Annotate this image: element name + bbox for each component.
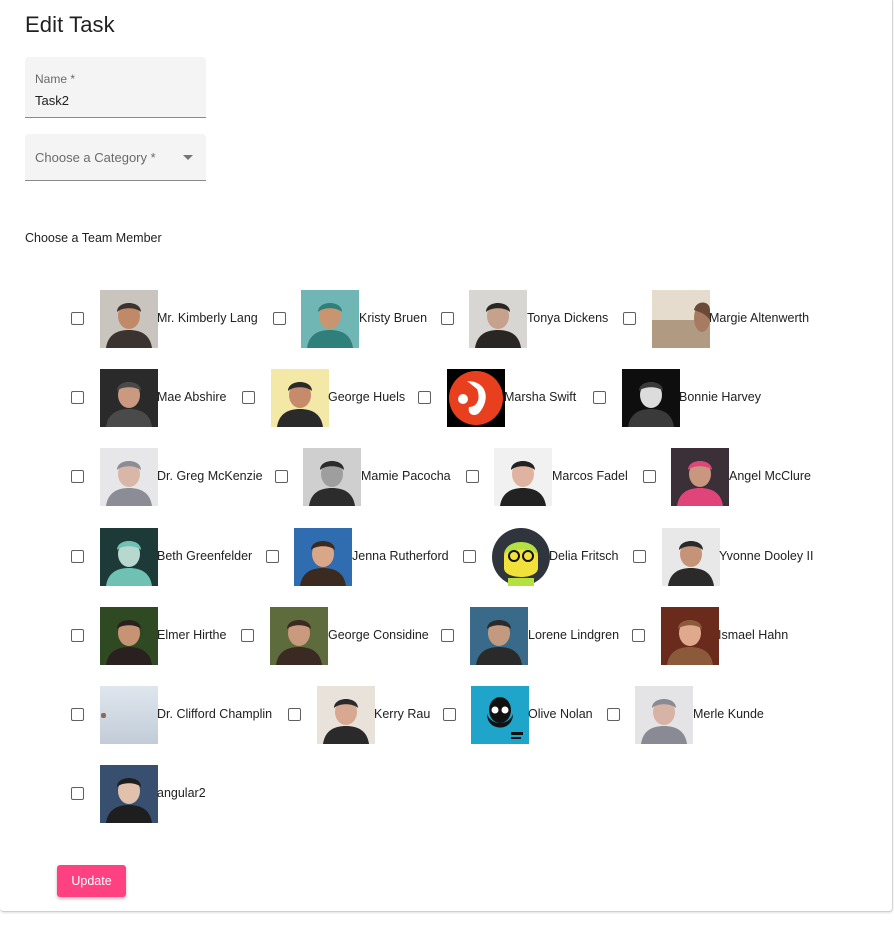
member-checkbox[interactable] <box>623 312 636 325</box>
member-checkbox[interactable] <box>607 708 620 721</box>
member-avatar <box>492 528 550 586</box>
member-name: Dr. Greg McKenzie <box>157 469 263 483</box>
member-checkbox[interactable] <box>242 391 255 404</box>
member-name: Marsha Swift <box>504 390 577 404</box>
team-member-label: Choose a Team Member <box>25 231 162 245</box>
member-avatar <box>303 448 361 506</box>
member-avatar <box>652 290 710 348</box>
member-avatar <box>662 528 720 586</box>
member-checkbox[interactable] <box>443 708 456 721</box>
member-name: Bonnie Harvey <box>679 390 761 404</box>
member-name: angular2 <box>157 786 206 800</box>
member-name: Jenna Rutherford <box>352 549 449 563</box>
edit-task-card: Edit Task Name * Choose a Category * Cho… <box>0 0 893 912</box>
name-input[interactable] <box>35 93 195 108</box>
member-checkbox[interactable] <box>441 629 454 642</box>
page-title: Edit Task <box>25 12 115 37</box>
member-avatar <box>100 765 158 823</box>
member-avatar <box>100 448 158 506</box>
member-name: Mamie Pacocha <box>361 469 451 483</box>
member-name: Marcos Fadel <box>552 469 628 483</box>
member-avatar <box>622 369 680 427</box>
member-avatar <box>100 686 158 744</box>
name-field[interactable]: Name * <box>25 57 206 118</box>
member-checkbox[interactable] <box>288 708 301 721</box>
member-checkbox[interactable] <box>466 470 479 483</box>
dropdown-arrow-icon <box>183 155 193 160</box>
member-checkbox[interactable] <box>463 550 476 563</box>
member-checkbox[interactable] <box>632 629 645 642</box>
member-checkbox[interactable] <box>71 708 84 721</box>
member-checkbox[interactable] <box>633 550 646 563</box>
member-avatar <box>301 290 359 348</box>
member-avatar <box>661 607 719 665</box>
member-name: Dr. Clifford Champlin <box>157 707 273 721</box>
member-avatar <box>100 528 158 586</box>
member-name: George Huels <box>328 390 406 404</box>
member-avatar <box>470 607 528 665</box>
member-avatar <box>447 369 505 427</box>
member-avatar <box>494 448 552 506</box>
member-name: Lorene Lindgren <box>528 628 620 642</box>
member-checkbox[interactable] <box>643 470 656 483</box>
member-avatar <box>671 448 729 506</box>
member-checkbox[interactable] <box>241 629 254 642</box>
member-avatar <box>294 528 352 586</box>
member-avatar <box>471 686 529 744</box>
member-checkbox[interactable] <box>273 312 286 325</box>
member-avatar <box>317 686 375 744</box>
member-name: Kristy Bruen <box>359 311 428 325</box>
member-name: Elmer Hirthe <box>157 628 227 642</box>
member-name: George Considine <box>328 628 429 642</box>
member-name: Mr. Kimberly Lang <box>157 311 258 325</box>
member-avatar <box>100 607 158 665</box>
member-avatar <box>270 607 328 665</box>
member-checkbox[interactable] <box>71 550 84 563</box>
member-checkbox[interactable] <box>418 391 431 404</box>
member-name: Yvonne Dooley II <box>719 549 814 563</box>
member-name: Angel McClure <box>729 469 811 483</box>
member-checkbox[interactable] <box>71 470 84 483</box>
member-checkbox[interactable] <box>275 470 288 483</box>
member-checkbox[interactable] <box>71 312 84 325</box>
member-checkbox[interactable] <box>71 391 84 404</box>
member-checkbox[interactable] <box>266 550 279 563</box>
member-name: Olive Nolan <box>528 707 593 721</box>
member-name: Kerry Rau <box>374 707 431 721</box>
name-field-label: Name * <box>35 72 76 86</box>
category-select-label: Choose a Category * <box>35 150 156 165</box>
member-avatar <box>635 686 693 744</box>
member-name: Tonya Dickens <box>527 311 609 325</box>
member-checkbox[interactable] <box>71 629 84 642</box>
member-name: Margie Altenwerth <box>709 311 810 325</box>
member-name: Ismael Hahn <box>718 628 789 642</box>
member-name: Delia Fritsch <box>549 549 619 563</box>
member-avatar <box>100 369 158 427</box>
member-name: Mae Abshire <box>157 390 227 404</box>
member-avatar <box>469 290 527 348</box>
member-checkbox[interactable] <box>71 787 84 800</box>
member-checkbox[interactable] <box>441 312 454 325</box>
member-avatar <box>271 369 329 427</box>
member-avatar <box>100 290 158 348</box>
update-button[interactable]: Update <box>57 865 126 897</box>
member-name: Merle Kunde <box>693 707 764 721</box>
member-checkbox[interactable] <box>593 391 606 404</box>
category-select[interactable]: Choose a Category * <box>25 134 206 181</box>
member-name: Beth Greenfelder <box>157 549 253 563</box>
